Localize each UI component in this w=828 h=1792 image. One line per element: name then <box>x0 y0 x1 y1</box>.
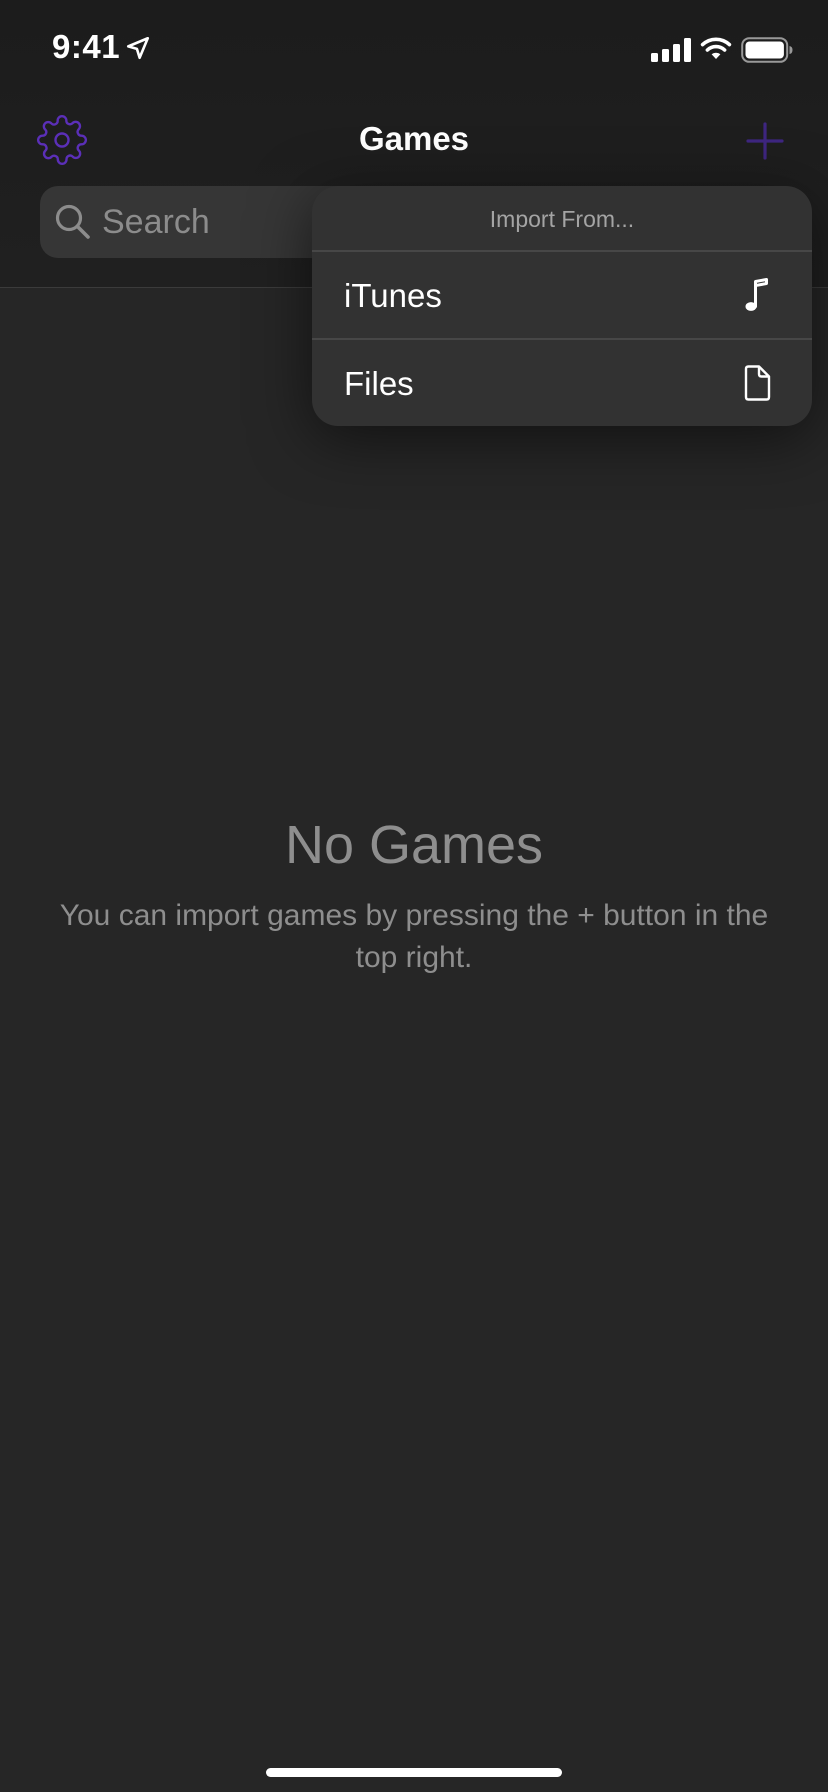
search-icon <box>55 204 90 239</box>
page-title: Games <box>358 120 470 157</box>
menu-item-files[interactable]: Files <box>312 340 812 426</box>
search-placeholder: Search <box>102 203 210 241</box>
document-icon <box>744 365 771 401</box>
empty-state-message: You can import games by pressing the + b… <box>59 899 769 974</box>
status-bar: 9:41 <box>0 0 828 100</box>
games-screen: 9:41 Games Search Import From... iTunes … <box>0 0 828 1792</box>
import-menu-header: Import From... <box>489 206 635 232</box>
home-indicator[interactable] <box>266 1768 562 1777</box>
menu-item-label: Files <box>344 365 414 402</box>
empty-state-title: No Games <box>284 815 544 875</box>
wifi-icon <box>700 37 732 59</box>
menu-item-label: iTunes <box>344 277 442 314</box>
battery-icon <box>741 37 793 63</box>
add-plus-icon[interactable] <box>745 121 785 161</box>
music-note-icon <box>745 278 768 311</box>
menu-item-itunes[interactable]: iTunes <box>312 252 812 338</box>
location-arrow-icon <box>126 36 150 60</box>
status-time: 9:41 <box>52 28 121 65</box>
cellular-signal-icon <box>651 38 691 62</box>
import-menu: Import From... iTunes Files <box>312 186 812 426</box>
